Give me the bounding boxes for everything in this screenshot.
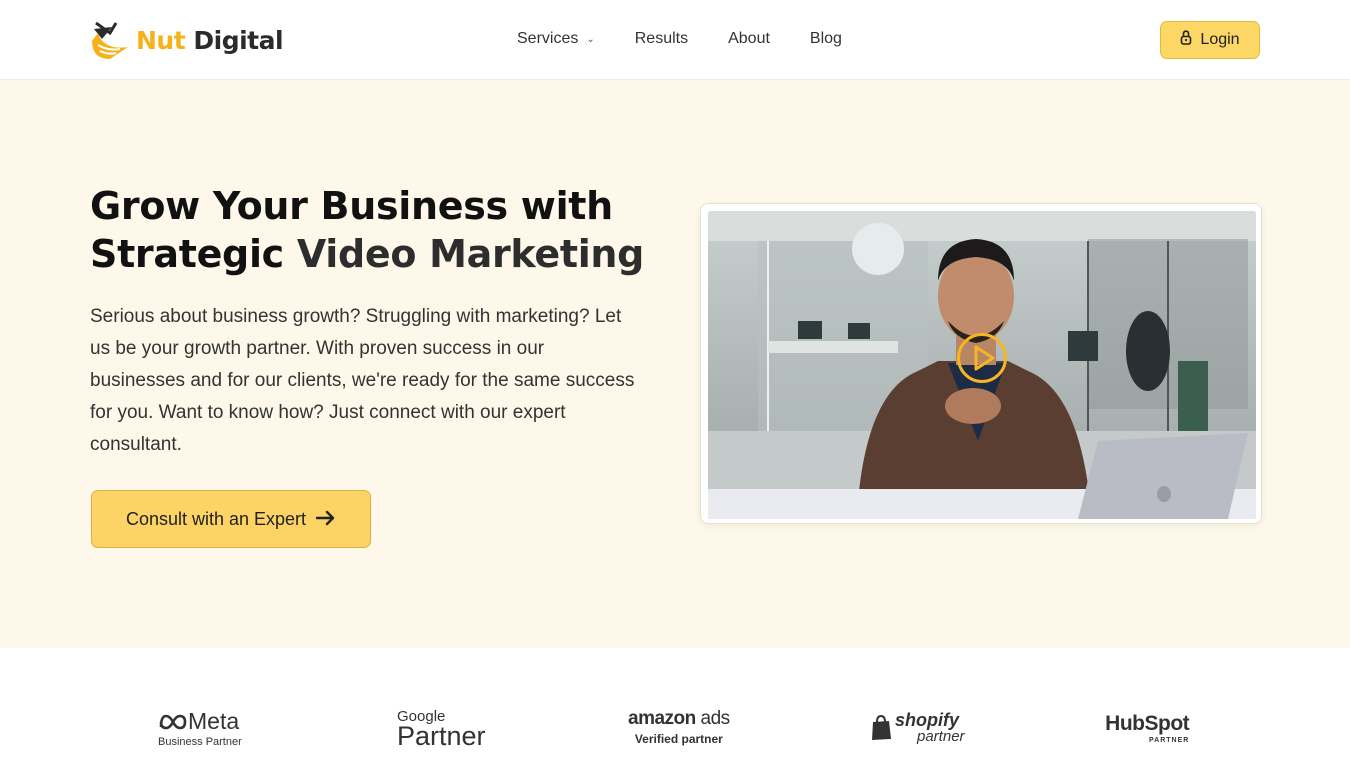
nav-item-blog[interactable]: Blog (810, 30, 842, 48)
hero-section: Grow Your Business with Strategic Video … (0, 80, 1350, 648)
arrow-right-icon (315, 506, 336, 532)
hubspot-name: HubSpot (1105, 712, 1190, 735)
video-card (700, 203, 1262, 524)
google-partner-logo: Google Partner (397, 708, 486, 752)
login-button[interactable]: Login (1160, 21, 1260, 59)
hero-description: Serious about business growth? Strugglin… (90, 306, 635, 455)
meta-tag: Business Partner (158, 736, 242, 748)
site-header: Nut Digital Services ⌄ Results About Blo… (0, 0, 1350, 80)
hero-title: Grow Your Business with Strategic Video … (90, 184, 645, 276)
amazon-ads-name: ads (700, 708, 731, 729)
shopify-partner-logo: shopify partner (870, 710, 965, 745)
meta-name: Meta (188, 708, 240, 734)
hubspot-tag: PARTNER (1149, 737, 1190, 744)
play-icon[interactable] (957, 333, 1007, 383)
nav-item-label: About (728, 30, 770, 47)
brand-logo[interactable]: Nut Digital (90, 18, 284, 62)
amazon-tag: Verified partner (634, 732, 723, 746)
shopify-tag: partner (917, 728, 965, 745)
nav-item-label: Results (634, 30, 689, 47)
consult-expert-button[interactable]: Consult with an Expert (91, 490, 371, 548)
chevron-down-icon: ⌄ (586, 33, 595, 45)
amazon-name: amazon (628, 708, 696, 729)
video-thumbnail[interactable] (708, 211, 1256, 519)
brand-name: Nut Digital (136, 25, 284, 55)
lock-icon (1180, 30, 1192, 50)
main-nav: Services ⌄ Results About Blog (517, 30, 882, 48)
amazon-ads-partner-logo: amazon ads Verified partner (628, 708, 730, 746)
nav-item-about[interactable]: About (728, 30, 770, 48)
nav-item-label: Blog (809, 30, 842, 47)
partners-strip: Meta Business Partner Google Partner ama… (0, 648, 1350, 767)
google-tag: Partner (397, 721, 486, 751)
meta-partner-logo: Meta Business Partner (158, 708, 242, 748)
meta-infinity-icon (159, 714, 187, 729)
hubspot-partner-logo: HubSpot PARTNER (1105, 712, 1189, 744)
nav-item-results[interactable]: Results (635, 30, 688, 48)
logo-icon (92, 21, 128, 59)
nav-item-services[interactable]: Services ⌄ (517, 30, 595, 48)
login-label: Login (1200, 31, 1240, 48)
cta-label: Consult with an Expert (125, 508, 307, 529)
shopify-bag-icon (872, 714, 891, 740)
nav-item-label: Services (517, 30, 579, 47)
